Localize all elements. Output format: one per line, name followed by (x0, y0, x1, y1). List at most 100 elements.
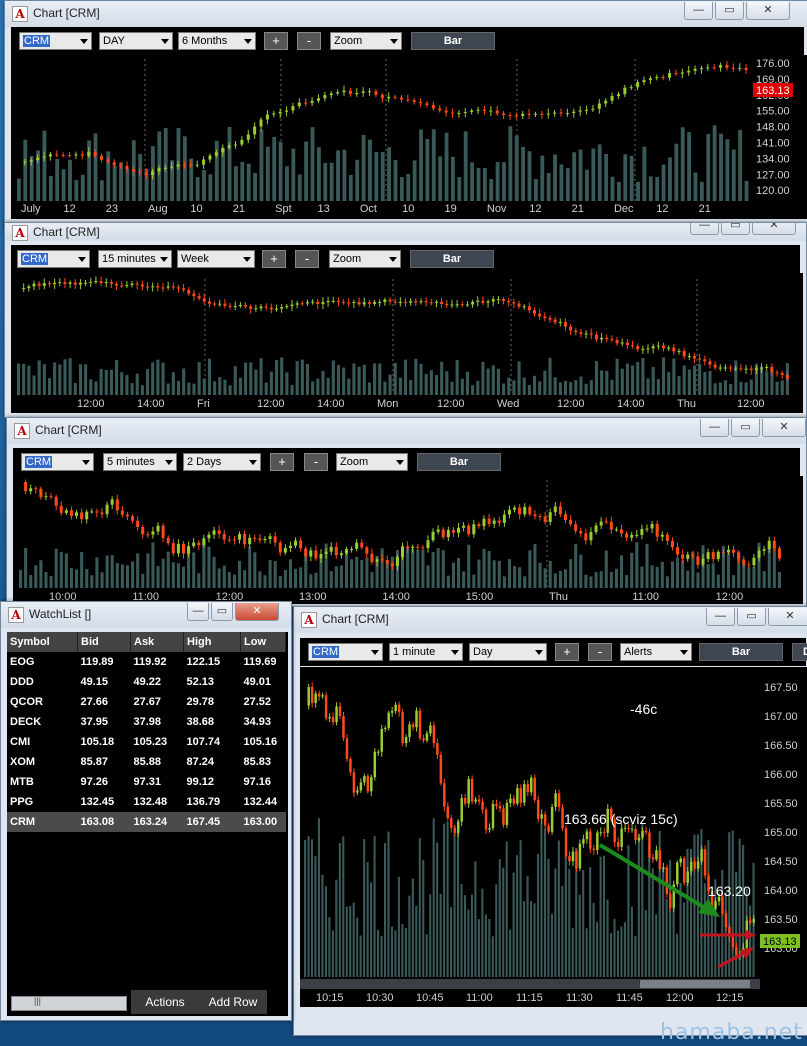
col-ask[interactable]: Ask (130, 632, 184, 652)
col-symbol[interactable]: Symbol (7, 632, 78, 652)
zoom-in-button[interactable]: + (262, 250, 286, 268)
zoom-in-button[interactable]: + (270, 453, 294, 471)
candle (543, 316, 547, 319)
minimize-icon[interactable]: — (684, 2, 713, 20)
zoom-in-button[interactable]: + (555, 643, 579, 661)
symbol-dropdown[interactable]: CRM (19, 32, 92, 50)
interval-dropdown[interactable]: 5 minutes (103, 453, 177, 471)
table-row[interactable]: DECK 37.95 37.98 38.68 34.93 (7, 712, 286, 732)
maximize-icon[interactable]: ▭ (731, 419, 760, 437)
volume-bar (342, 836, 345, 977)
close-icon[interactable]: ✕ (746, 2, 790, 20)
candle (744, 368, 748, 370)
chart-window-15min[interactable]: A Chart [CRM] — ▭ ✕ CRM 15 minutes Week … (4, 222, 807, 418)
interval-dropdown[interactable]: 15 minutes (98, 250, 172, 268)
col-bid[interactable]: Bid (77, 632, 131, 652)
candle (543, 814, 547, 826)
volume-bar (411, 549, 415, 588)
table-row[interactable]: QCOR 27.66 27.67 29.78 27.52 (7, 692, 286, 712)
bar-mode-button[interactable]: Bar (699, 643, 783, 661)
range-dropdown[interactable]: 6 Months (178, 32, 256, 50)
zoom-out-button[interactable]: - (295, 250, 319, 268)
volume-bar (477, 919, 480, 977)
close-icon[interactable]: ✕ (768, 608, 807, 626)
range-dropdown[interactable]: Day (469, 643, 547, 661)
title-bar[interactable]: A WatchList [] — ▭ ✕ (1, 602, 291, 628)
candle (672, 347, 676, 352)
zoom-out-button[interactable]: - (588, 643, 612, 661)
bar-mode-button[interactable]: Bar (411, 32, 495, 50)
maximize-icon[interactable]: ▭ (721, 223, 750, 235)
table-row[interactable]: EOG 119.89 119.92 122.15 119.69 (7, 652, 286, 672)
zoom-in-button[interactable]: + (264, 32, 288, 50)
symbol-dropdown[interactable]: CRM (21, 453, 94, 471)
daily-price-chart[interactable]: July 12 23 Aug 10 21 Spt 13 Oct 10 19 Nov 12 21 Dec 12 2… (11, 55, 807, 219)
volume-bar (472, 574, 476, 588)
table-row[interactable]: DDD 49.15 49.22 52.13 49.01 (7, 672, 286, 692)
close-icon[interactable]: ✕ (762, 419, 806, 437)
title-bar[interactable]: A Chart [CRM] — ▭ ✕ (5, 1, 807, 27)
horizontal-scrollbar[interactable]: ||| (11, 996, 127, 1011)
col-high[interactable]: High (183, 632, 241, 652)
candle (451, 112, 455, 114)
close-icon[interactable]: ✕ (235, 603, 279, 621)
zoom-out-button[interactable]: - (297, 32, 321, 50)
actions-button[interactable]: Actions (131, 990, 199, 1014)
zoom-dropdown[interactable]: Zoom (336, 453, 408, 471)
col-low[interactable]: Low (240, 632, 286, 652)
chart-window-1min[interactable]: A Chart [CRM] — ▭ ✕ CRM 1 minute Day + -… (293, 606, 807, 1036)
candle (238, 305, 242, 307)
candle (268, 536, 272, 539)
zoom-dropdown[interactable]: Zoom (329, 250, 401, 268)
bar-mode-button[interactable]: Bar (417, 453, 501, 471)
minimize-icon[interactable]: — (700, 419, 729, 437)
volume-bar (718, 382, 722, 395)
table-row[interactable]: XOM 85.87 85.88 87.24 85.83 (7, 752, 286, 772)
minimize-icon[interactable]: — (690, 223, 719, 235)
bid-cell: 163.08 (77, 812, 131, 832)
interval-dropdown[interactable]: DAY (99, 32, 173, 50)
alerts-dropdown[interactable]: Alerts (620, 643, 692, 661)
range-dropdown[interactable]: 2 Days (183, 453, 261, 471)
title-bar[interactable]: A Chart [CRM] — ▭ ✕ (7, 418, 806, 444)
maximize-icon[interactable]: ▭ (737, 608, 766, 626)
minimize-icon[interactable]: — (706, 608, 735, 626)
volume-bar (227, 127, 232, 201)
range-dropdown[interactable]: Week (177, 250, 255, 268)
high-cell: 29.78 (186, 696, 215, 708)
bar-mode-button[interactable]: Bar (410, 250, 494, 268)
title-bar[interactable]: A Chart [CRM] — ▭ ✕ (294, 607, 807, 633)
table-row[interactable]: MTB 97.26 97.31 99.12 97.16 (7, 772, 286, 792)
close-icon[interactable]: ✕ (752, 223, 796, 235)
chart-window-daily[interactable]: A Chart [CRM] — ▭ ✕ CRM DAY 6 Months + -… (4, 0, 807, 228)
table-row[interactable]: PPG 132.45 132.48 136.79 132.44 (7, 792, 286, 812)
zoom-dropdown[interactable]: Zoom (330, 32, 402, 50)
1min-price-chart[interactable]: 167.50 167.00 166.50 166.00 165.50 165.00 164.… (300, 667, 807, 1007)
candle (600, 337, 604, 340)
maximize-icon[interactable]: ▭ (211, 603, 233, 621)
watchlist-window[interactable]: A WatchList [] — ▭ ✕ Symbol Bid Ask High… (0, 601, 292, 1021)
title-bar[interactable]: A Chart [CRM] — ▭ ✕ (5, 223, 806, 241)
chart-window-5min[interactable]: A Chart [CRM] — ▭ ✕ CRM 5 minutes 2 Days… (6, 417, 807, 607)
more-button[interactable]: D (792, 643, 807, 661)
minimize-icon[interactable]: — (187, 603, 209, 621)
candle (44, 496, 48, 498)
candle (558, 506, 562, 515)
interval-dropdown[interactable]: 1 minute (389, 643, 463, 661)
candle (625, 342, 629, 346)
maximize-icon[interactable]: ▭ (715, 2, 744, 20)
candle (429, 725, 432, 734)
symbol-dropdown[interactable]: CRM (308, 643, 383, 661)
candle (319, 553, 323, 559)
5min-price-chart[interactable]: 10:00 11:00 12:00 13:00 14:00 15:00 Thu 11:00 12… (13, 476, 803, 604)
candle (757, 550, 761, 558)
table-row[interactable]: CMI 105.18 105.23 107.74 105.16 (7, 732, 286, 752)
15min-price-chart[interactable]: 12:00 14:00 Fri 12:00 14:00 Mon 12:00 Wed 12:00 1… (11, 273, 803, 413)
table-row[interactable]: CRM 163.08 163.24 167.45 163.00 (7, 812, 286, 832)
volume-bar (112, 166, 117, 201)
zoom-out-button[interactable]: - (304, 453, 328, 471)
candle (166, 286, 170, 288)
candle (357, 301, 361, 305)
symbol-dropdown[interactable]: CRM (17, 250, 90, 268)
add-row-button[interactable]: Add Row (199, 990, 267, 1014)
